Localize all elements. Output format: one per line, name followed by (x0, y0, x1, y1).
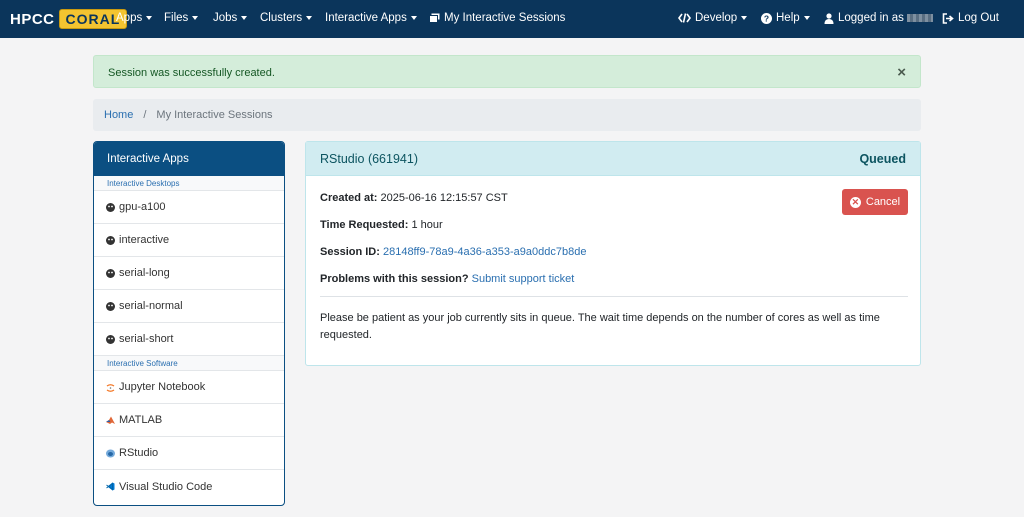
chevron-down-icon (410, 16, 417, 20)
chevron-down-icon (241, 16, 248, 20)
created-at-label: Created at: (320, 192, 378, 204)
divider (320, 296, 908, 297)
sidebar-item-label: serial-normal (119, 300, 183, 312)
session-id-row: Session ID: 28148ff9-78a9-4a36-a353-a9a0… (320, 246, 586, 258)
nav-help-label: Help (776, 12, 800, 24)
sidebar-item-label: Jupyter Notebook (119, 381, 206, 393)
breadcrumb-home[interactable]: Home (104, 109, 133, 121)
sidebar-item-jupyter-notebook[interactable]: Jupyter Notebook (94, 371, 284, 404)
chevron-down-icon (803, 16, 810, 20)
nav-help[interactable]: ? Help (761, 12, 810, 24)
sidebar-item-rstudio[interactable]: RStudio (94, 437, 284, 470)
alert-message: Session was successfully created. (108, 67, 275, 79)
session-card-header: RStudio (661941) Queued (306, 142, 920, 176)
nav-develop[interactable]: Develop (678, 12, 748, 24)
problems-row: Problems with this session? Submit suppo… (320, 273, 574, 285)
nav-logged-in: Logged in as (824, 12, 933, 24)
nav-apps-label: Apps (116, 12, 143, 24)
sidebar-item-serial-short[interactable]: serial-short (94, 323, 284, 356)
breadcrumb-current: My Interactive Sessions (156, 109, 273, 121)
created-at-value: 2025-06-16 12:15:57 CST (380, 192, 508, 204)
logged-in-label: Logged in as (838, 12, 904, 24)
breadcrumb-separator: / (143, 109, 147, 121)
nav-files-label: Files (164, 12, 189, 24)
sidebar-item-label: serial-short (119, 333, 174, 345)
chevron-down-icon (146, 16, 153, 20)
nav-apps[interactable]: Apps (116, 12, 153, 24)
jupyter-icon (106, 383, 115, 392)
sidebar-item-label: interactive (119, 234, 170, 246)
nav-clusters-label: Clusters (260, 12, 303, 24)
session-id-label: Session ID: (320, 246, 380, 258)
session-title: RStudio (661941) (320, 151, 418, 166)
session-id-link[interactable]: 28148ff9-78a9-4a36-a353-a9a0ddc7b8de (383, 246, 586, 258)
brand-logo[interactable]: HPCC CORAL (10, 8, 128, 30)
cancel-circle-icon: ✕ (849, 196, 861, 208)
sidebar-item-serial-long[interactable]: serial-long (94, 257, 284, 290)
nav-my-interactive-sessions-label: My Interactive Sessions (444, 12, 566, 24)
logout-label: Log Out (958, 12, 999, 24)
created-at-row: Created at: 2025-06-16 12:15:57 CST (320, 192, 508, 204)
nav-develop-label: Develop (695, 12, 738, 24)
nav-interactive-apps[interactable]: Interactive Apps (325, 12, 417, 24)
rstudio-icon (106, 449, 115, 458)
code-icon (678, 13, 691, 23)
time-requested-row: Time Requested: 1 hour (320, 219, 443, 231)
cancel-button-label: Cancel (865, 196, 901, 208)
logout-icon (942, 12, 954, 24)
queue-note: Please be patient as your job currently … (320, 312, 880, 341)
nav-jobs-label: Jobs (213, 12, 238, 24)
sidebar-section-software: Interactive Software (94, 356, 284, 371)
support-ticket-link[interactable]: Submit support ticket (472, 273, 575, 285)
desktop-app-icon (106, 301, 115, 311)
desktop-app-icon (106, 202, 115, 212)
nav-clusters[interactable]: Clusters (260, 12, 313, 24)
redacted-username (906, 14, 933, 22)
time-requested-value: 1 hour (411, 219, 443, 231)
sidebar-title: Interactive Apps (94, 142, 284, 176)
sidebar-section-desktops: Interactive Desktops (94, 176, 284, 191)
sidebar-item-label: serial-long (119, 267, 170, 279)
nav-files[interactable]: Files (164, 12, 199, 24)
desktop-app-icon (106, 334, 115, 344)
sidebar-item-interactive[interactable]: interactive (94, 224, 284, 257)
problems-label: Problems with this session? (320, 273, 469, 285)
matlab-icon (106, 416, 115, 425)
vscode-icon (106, 482, 115, 491)
desktop-app-icon (106, 268, 115, 278)
chevron-down-icon (192, 16, 199, 20)
time-requested-label: Time Requested: (320, 219, 409, 231)
brand-hpcc-text: HPCC (10, 10, 55, 28)
sidebar-item-gpu-a100[interactable]: gpu-a100 (94, 191, 284, 224)
sidebar-item-matlab[interactable]: MATLAB (94, 404, 284, 437)
sidebar-item-label: gpu-a100 (119, 201, 166, 213)
sessions-icon (429, 13, 440, 23)
close-icon[interactable]: × (897, 64, 906, 81)
help-icon: ? (761, 12, 772, 24)
session-status: Queued (859, 151, 906, 166)
sidebar-item-label: MATLAB (119, 414, 163, 426)
top-navbar: HPCC CORAL Apps Files Jobs Clusters Inte… (0, 0, 1024, 38)
nav-my-interactive-sessions[interactable]: My Interactive Sessions (429, 12, 565, 24)
nav-interactive-apps-label: Interactive Apps (325, 12, 407, 24)
sidebar-item-label: RStudio (119, 447, 159, 459)
sidebar-item-label: Visual Studio Code (119, 480, 213, 493)
success-alert: Session was successfully created. × (93, 55, 921, 88)
svg-text:?: ? (764, 13, 769, 23)
nav-logout[interactable]: Log Out (942, 12, 999, 24)
chevron-down-icon (306, 16, 313, 20)
sidebar-item-serial-normal[interactable]: serial-normal (94, 290, 284, 323)
cancel-button[interactable]: ✕ Cancel (842, 189, 908, 215)
chevron-down-icon (741, 16, 748, 20)
interactive-apps-sidebar: Interactive Apps Interactive Desktops gp… (93, 141, 285, 506)
session-card: RStudio (661941) Queued Created at: 2025… (305, 141, 921, 366)
sidebar-item-visual-studio-code[interactable]: Visual Studio Code (94, 470, 284, 503)
user-icon (824, 12, 834, 24)
desktop-app-icon (106, 235, 115, 245)
nav-jobs[interactable]: Jobs (213, 12, 248, 24)
breadcrumb: Home / My Interactive Sessions (93, 99, 921, 131)
